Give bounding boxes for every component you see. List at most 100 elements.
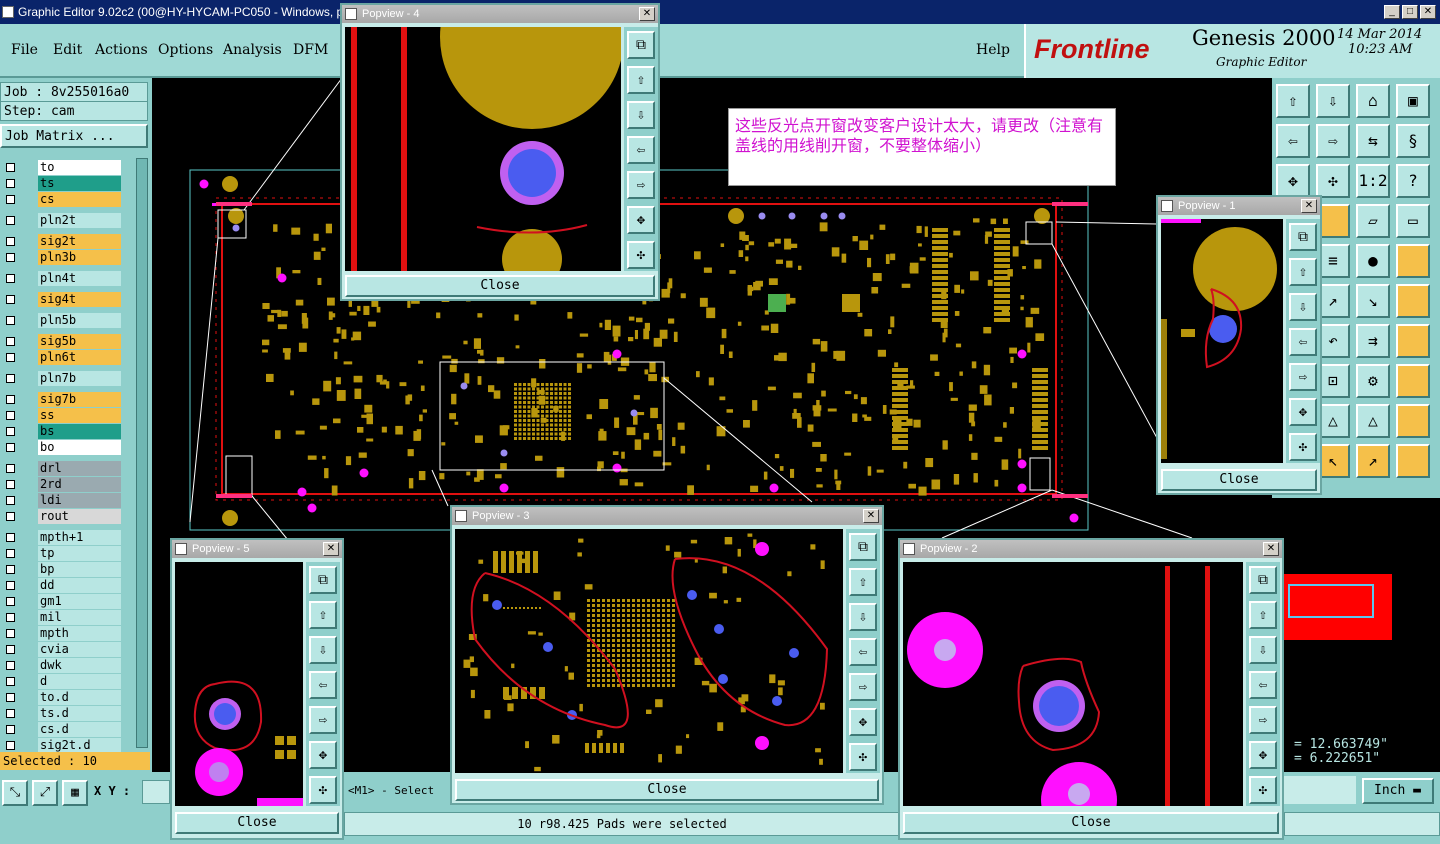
popview-nav-icon[interactable]: ⇧	[309, 601, 337, 629]
tool-icon[interactable]: ?	[1396, 164, 1430, 198]
layer-checkbox[interactable]	[6, 533, 15, 542]
popview-3-canvas[interactable]	[455, 529, 843, 773]
tool-icon[interactable]: ✣	[1316, 164, 1350, 198]
layer-checkbox[interactable]	[6, 443, 15, 452]
layer-row-tp[interactable]: tp	[3, 546, 121, 561]
layer-checkbox[interactable]	[6, 613, 15, 622]
layer-checkbox[interactable]	[6, 374, 15, 383]
tool-icon[interactable]: ⇉	[1356, 324, 1390, 358]
layer-checkbox[interactable]	[6, 565, 15, 574]
layer-checkbox[interactable]	[6, 661, 15, 670]
layer-row-ts[interactable]: ts	[3, 176, 121, 191]
layer-scrollbar[interactable]	[136, 158, 148, 748]
popview-nav-icon[interactable]: ⇧	[849, 568, 877, 596]
tool-icon[interactable]: ▭	[1396, 204, 1430, 238]
popview-2-close-button[interactable]: Close	[903, 812, 1279, 834]
popview-nav-icon[interactable]: ⇩	[309, 636, 337, 664]
popview-nav-icon[interactable]: ✥	[1289, 398, 1317, 426]
popview-nav-icon[interactable]: ✣	[849, 743, 877, 771]
popview-2-canvas[interactable]	[903, 562, 1243, 806]
tool-icon[interactable]: ⚙	[1356, 364, 1390, 398]
popview-nav-icon[interactable]: ⧉	[627, 31, 655, 59]
menu-help[interactable]: Help	[976, 42, 1010, 58]
popview-4-close-x[interactable]: ✕	[639, 7, 655, 21]
tool-icon[interactable]: ⇩	[1316, 84, 1350, 118]
layer-checkbox[interactable]	[6, 411, 15, 420]
layer-checkbox[interactable]	[6, 353, 15, 362]
tool-icon[interactable]: ⇨	[1316, 124, 1350, 158]
tool-icon[interactable]	[1396, 284, 1430, 318]
popview-5-close-x[interactable]: ✕	[323, 542, 339, 556]
popview-5-canvas[interactable]	[175, 562, 303, 806]
layer-checkbox[interactable]	[6, 237, 15, 246]
popview-nav-icon[interactable]: ⇩	[849, 603, 877, 631]
popview-nav-icon[interactable]: ⇩	[1249, 636, 1277, 664]
minimize-button[interactable]: _	[1384, 5, 1400, 19]
tool-icon[interactable]	[1396, 324, 1430, 358]
layer-row-to[interactable]: to	[3, 160, 121, 175]
layer-checkbox[interactable]	[6, 629, 15, 638]
tool-icon[interactable]: ▱	[1356, 204, 1390, 238]
popview-nav-icon[interactable]: ⇦	[849, 638, 877, 666]
tool-icon[interactable]: ↗	[1356, 444, 1390, 478]
popview-5[interactable]: Popview - 5 ✕ ⧉ ⇧ ⇩ ⇦ ⇨ ✥ ✣ Close	[170, 538, 344, 840]
popview-nav-icon[interactable]: ✣	[1249, 776, 1277, 804]
popview-nav-icon[interactable]: ✣	[627, 241, 655, 269]
tool-icon[interactable]	[1396, 404, 1430, 438]
layer-row-sig4t[interactable]: sig4t	[3, 292, 121, 307]
grid-tool[interactable]: ▦	[62, 780, 88, 806]
layer-checkbox[interactable]	[6, 709, 15, 718]
layer-row-ss[interactable]: ss	[3, 408, 121, 423]
menu-file[interactable]: File	[11, 42, 38, 58]
popview-nav-icon[interactable]: ⇦	[309, 671, 337, 699]
layer-row-cvia[interactable]: cvia	[3, 642, 121, 657]
popview-4-canvas[interactable]	[345, 27, 621, 271]
layer-row-pln5b[interactable]: pln5b	[3, 313, 121, 328]
layer-checkbox[interactable]	[6, 216, 15, 225]
layer-row-2rd[interactable]: 2rd	[3, 477, 121, 492]
popview-3-close-x[interactable]: ✕	[863, 509, 879, 523]
popview-nav-icon[interactable]: ⇨	[309, 706, 337, 734]
layer-checkbox[interactable]	[6, 512, 15, 521]
layer-checkbox[interactable]	[6, 464, 15, 473]
popview-nav-icon[interactable]: ⧉	[1249, 566, 1277, 594]
layer-row-mpth+1[interactable]: mpth+1	[3, 530, 121, 545]
popview-nav-icon[interactable]: ⇨	[627, 171, 655, 199]
popview-nav-icon[interactable]: ⇦	[1249, 671, 1277, 699]
popview-1[interactable]: Popview - 1 ✕ ⧉ ⇧ ⇩ ⇦ ⇨ ✥ ✣ Close	[1156, 195, 1322, 495]
tool-icon[interactable]: ↘	[1356, 284, 1390, 318]
popview-nav-icon[interactable]: ⇧	[1289, 258, 1317, 286]
layer-checkbox[interactable]	[6, 179, 15, 188]
layer-row-d[interactable]: d	[3, 674, 121, 689]
layer-checkbox[interactable]	[6, 741, 15, 750]
popview-4[interactable]: Popview - 4 ✕ ⧉ ⇧ ⇩ ⇦ ⇨ ✥ ✣ Close	[340, 3, 660, 301]
popview-3-titlebar[interactable]: Popview - 3 ✕	[452, 507, 882, 525]
layer-row-drl[interactable]: drl	[3, 461, 121, 476]
zoom-tool-2[interactable]: ⤢	[32, 780, 58, 806]
layer-checkbox[interactable]	[6, 597, 15, 606]
layer-checkbox[interactable]	[6, 337, 15, 346]
layer-row-sig5b[interactable]: sig5b	[3, 334, 121, 349]
tool-icon[interactable]	[1396, 244, 1430, 278]
layer-row-dwk[interactable]: dwk	[3, 658, 121, 673]
tool-icon[interactable]: ⌂	[1356, 84, 1390, 118]
popview-nav-icon[interactable]: ⧉	[1289, 223, 1317, 251]
tool-icon[interactable]: △	[1356, 404, 1390, 438]
popview-3-close-button[interactable]: Close	[455, 779, 879, 801]
layer-checkbox[interactable]	[6, 316, 15, 325]
layer-row-ts.d[interactable]: ts.d	[3, 706, 121, 721]
tool-icon[interactable]: 1:2	[1356, 164, 1390, 198]
layer-checkbox[interactable]	[6, 581, 15, 590]
popview-5-close-button[interactable]: Close	[175, 812, 339, 834]
layer-row-cs.d[interactable]: cs.d	[3, 722, 121, 737]
layer-row-bs[interactable]: bs	[3, 424, 121, 439]
menu-edit[interactable]: Edit	[53, 42, 82, 58]
layer-row-gm1[interactable]: gm1	[3, 594, 121, 609]
maximize-button[interactable]: □	[1402, 5, 1418, 19]
menu-options[interactable]: Options	[158, 42, 213, 58]
popview-nav-icon[interactable]: ⧉	[849, 533, 877, 561]
popview-2-close-x[interactable]: ✕	[1263, 542, 1279, 556]
menu-actions[interactable]: Actions	[95, 42, 148, 58]
popview-nav-icon[interactable]: ⇨	[1249, 706, 1277, 734]
popview-1-titlebar[interactable]: Popview - 1 ✕	[1158, 197, 1320, 215]
